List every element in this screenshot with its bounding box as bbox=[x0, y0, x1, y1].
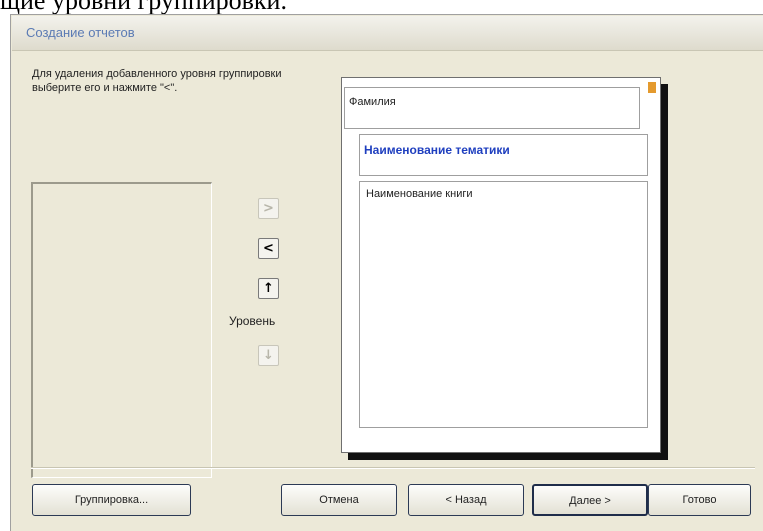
report-wizard-dialog: Создание отчетов Для удаления добавленно… bbox=[10, 14, 763, 531]
grouping-options-button[interactable]: Группировка... bbox=[32, 484, 191, 516]
cancel-button[interactable]: Отмена bbox=[281, 484, 397, 516]
level-label: Уровень bbox=[229, 314, 276, 328]
group-level-2-label: Наименование тематики bbox=[364, 143, 510, 157]
window-title: Создание отчетов bbox=[26, 25, 135, 40]
highlight-marker bbox=[648, 82, 656, 93]
grouping-preview: Фамилия Наименование тематики Наименован… bbox=[341, 77, 661, 453]
remove-level-button[interactable]: < bbox=[258, 238, 279, 259]
available-fields-list[interactable] bbox=[31, 182, 212, 478]
group-level-1-box[interactable]: Фамилия bbox=[344, 87, 640, 129]
detail-field-box: Наименование книги bbox=[359, 181, 648, 428]
level-up-button[interactable]: ↑ bbox=[258, 278, 279, 299]
level-down-button[interactable]: ↓ bbox=[258, 345, 279, 366]
footer-separator bbox=[31, 467, 755, 469]
instructions-text: Для удаления добавленного уровня группир… bbox=[32, 68, 282, 94]
add-level-button[interactable]: > bbox=[258, 198, 279, 219]
group-level-2-box[interactable]: Наименование тематики bbox=[359, 134, 648, 176]
group-level-1-label: Фамилия bbox=[349, 96, 396, 108]
back-button[interactable]: < Назад bbox=[408, 484, 524, 516]
next-button[interactable]: Далее > bbox=[532, 484, 648, 516]
finish-button[interactable]: Готово bbox=[648, 484, 751, 516]
titlebar[interactable]: Создание отчетов bbox=[12, 16, 763, 51]
detail-field-label: Наименование книги bbox=[366, 188, 473, 200]
